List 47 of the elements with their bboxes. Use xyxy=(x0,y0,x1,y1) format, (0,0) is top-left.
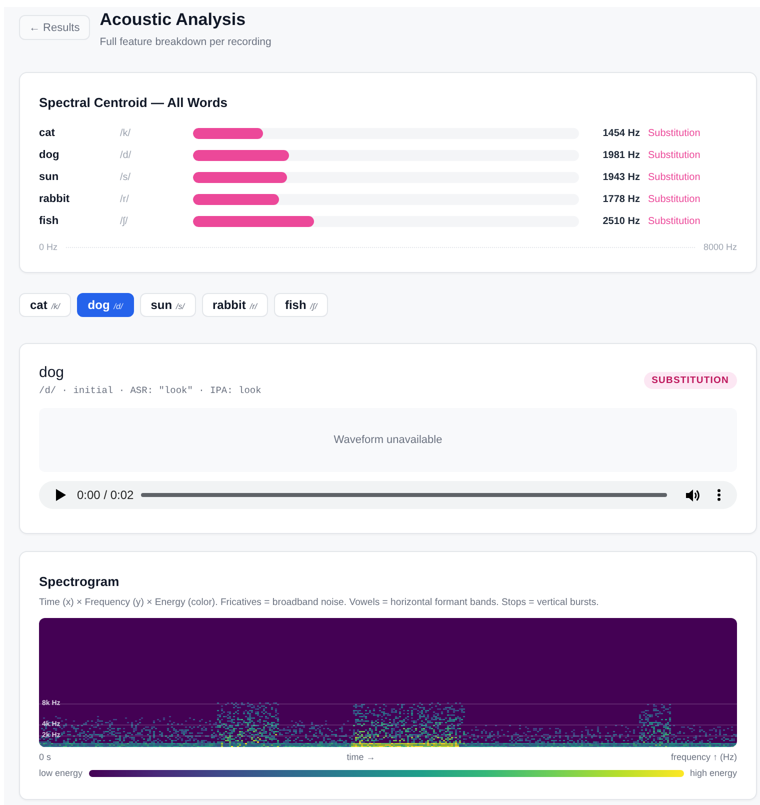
phoneme-label: /r/ xyxy=(120,194,129,204)
word-label: fish xyxy=(39,215,59,227)
centroid-reading: 2510 Hz xyxy=(602,216,640,226)
time-axis-label: time → xyxy=(346,752,376,762)
page-title: Acoustic Analysis xyxy=(100,9,246,31)
time-start-label: 0 s xyxy=(39,752,52,762)
playback-time: 0:00 / 0:02 xyxy=(77,488,134,502)
word-tab[interactable]: rabbit /r/ xyxy=(202,293,268,317)
centroid-reading: 1454 Hz xyxy=(602,128,640,138)
play-icon[interactable] xyxy=(56,489,66,501)
word-tab[interactable]: fish /ʃ/ xyxy=(274,293,328,317)
more-options-icon[interactable] xyxy=(717,489,721,501)
phoneme-label: /s/ xyxy=(120,172,131,182)
phoneme-label: /d/ xyxy=(120,150,132,160)
waveform-message: Waveform unavailable xyxy=(334,434,442,446)
status-label: Substitution xyxy=(648,216,700,226)
centroid-reading: 1943 Hz xyxy=(602,172,640,182)
status-label: Substitution xyxy=(648,128,700,138)
card-title: Spectral Centroid — All Words xyxy=(39,94,228,112)
axis-max-label: 8000 Hz xyxy=(703,242,737,252)
progress-track[interactable] xyxy=(140,493,667,497)
status-label: Substitution xyxy=(648,172,700,182)
word-label: dog xyxy=(39,149,60,161)
frequency-axis-label: frequency ↑ (Hz) xyxy=(670,752,737,762)
card-title: Spectrogram xyxy=(39,573,120,591)
centroid-reading: 1778 Hz xyxy=(602,194,640,204)
word-tab[interactable]: dog /d/ xyxy=(76,293,134,317)
low-energy-label: low energy xyxy=(39,768,83,778)
volume-icon[interactable] xyxy=(686,488,700,502)
word-label: cat xyxy=(39,127,55,139)
word-label: sun xyxy=(39,171,59,183)
status-label: Substitution xyxy=(648,150,700,160)
phoneme-label: /ʃ/ xyxy=(120,216,128,226)
axis-min-label: 0 Hz xyxy=(39,242,58,252)
word-heading: dog xyxy=(39,363,64,382)
word-details: /d/ · initial · ASR: "look" · IPA: look xyxy=(39,384,262,397)
word-tab[interactable]: sun /s/ xyxy=(140,293,196,317)
high-energy-label: high energy xyxy=(690,768,737,778)
word-label: rabbit xyxy=(39,193,70,205)
word-tab[interactable]: cat /k/ xyxy=(19,293,71,317)
status-badge: SUBSTITUTION xyxy=(644,372,737,389)
spectrogram-description: Time (x) × Frequency (y) × Energy (color). Fricatives = broadband noise. Vowels = horizontal formant bands. Stops = vertical bursts. xyxy=(39,596,599,609)
back-button[interactable]: ← Results xyxy=(19,15,90,40)
page-subtitle: Full feature breakdown per recording xyxy=(100,36,272,49)
status-label: Substitution xyxy=(648,194,700,204)
phoneme-label: /k/ xyxy=(120,128,131,138)
centroid-reading: 1981 Hz xyxy=(602,150,640,160)
